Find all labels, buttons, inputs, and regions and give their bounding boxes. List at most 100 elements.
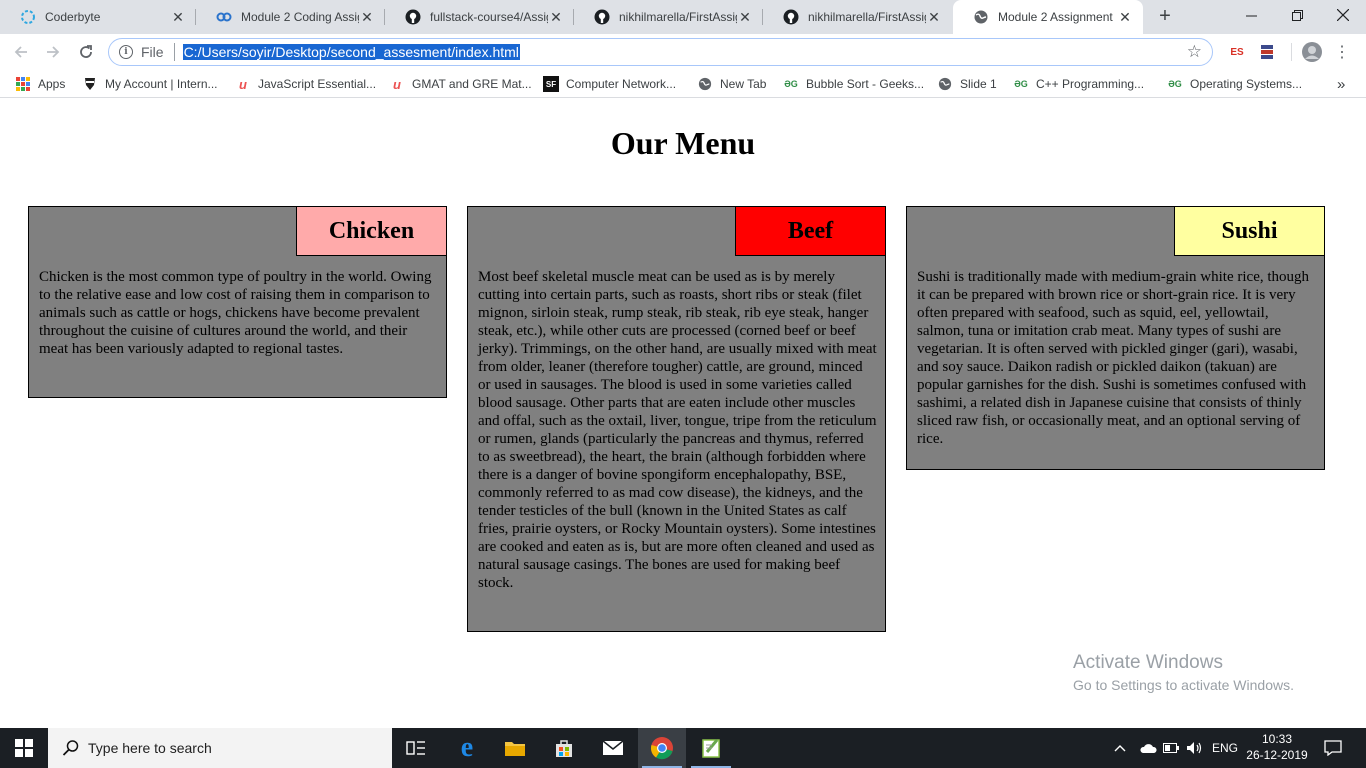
url-text[interactable]: C:/Users/soyir/Desktop/second_assesment/… [182, 44, 520, 60]
bookmark-label: C++ Programming... [1036, 77, 1145, 91]
battery-icon[interactable] [1163, 728, 1179, 768]
windows-start-icon[interactable] [0, 728, 48, 768]
sf-icon: SF [543, 76, 559, 92]
globe-icon [973, 9, 989, 25]
bookmark-label: GMAT and GRE Mat... [412, 77, 532, 91]
tab-title: nikhilmarella/FirstAssig [619, 10, 737, 24]
file-explorer-icon[interactable] [491, 728, 539, 768]
bookmarks-bar: Apps My Account | Intern... u JavaScript… [0, 70, 1366, 98]
clock-date: 26-12-2019 [1246, 748, 1308, 762]
more-menu-icon[interactable]: ⋮ [1334, 40, 1350, 64]
tab-nikhilmarella-1[interactable]: nikhilmarella/FirstAssig ✕ [574, 0, 763, 34]
browser-toolbar: i File C:/Users/soyir/Desktop/second_ass… [0, 34, 1366, 70]
close-tab-icon[interactable]: ✕ [170, 9, 186, 25]
close-tab-icon[interactable]: ✕ [548, 9, 564, 25]
apps-grid-icon [15, 76, 31, 92]
udemy-icon: u [239, 76, 247, 92]
mail-icon[interactable] [589, 728, 637, 768]
globe-icon [697, 76, 713, 92]
gfg-icon: ƏG [784, 79, 798, 89]
profile-avatar-icon[interactable] [1300, 40, 1324, 64]
microsoft-store-icon[interactable] [540, 728, 588, 768]
onedrive-icon[interactable] [1139, 728, 1157, 768]
close-window-icon[interactable] [1320, 0, 1366, 30]
gfg-icon: ƏG [1014, 79, 1028, 89]
bookmark-label: Bubble Sort - Geeks... [806, 77, 925, 91]
windows-taskbar: Type here to search e ENG 10:33 26-12-20… [0, 728, 1366, 768]
bookmark-slide-1[interactable]: Slide 1 [937, 75, 997, 93]
new-tab-button[interactable]: + [1153, 5, 1177, 29]
task-view-icon[interactable] [392, 728, 440, 768]
notifications-icon[interactable] [1324, 728, 1342, 768]
reload-icon[interactable] [72, 38, 100, 66]
search-icon [62, 739, 80, 757]
bookmark-gmat-gre[interactable]: u GMAT and GRE Mat... [389, 75, 532, 93]
close-tab-icon[interactable]: ✕ [926, 9, 942, 25]
bookmark-operating-systems[interactable]: ƏG Operating Systems... [1167, 75, 1302, 93]
taskbar-search-box[interactable]: Type here to search [48, 728, 392, 768]
search-placeholder: Type here to search [88, 740, 212, 756]
bookmark-new-tab[interactable]: New Tab [697, 75, 766, 93]
taskbar-clock[interactable]: 10:33 26-12-2019 [1240, 731, 1314, 763]
card-label-chicken: Chicken [296, 207, 446, 256]
forward-arrow-icon[interactable] [39, 38, 67, 66]
address-bar[interactable]: i File C:/Users/soyir/Desktop/second_ass… [108, 38, 1213, 66]
tab-fullstack-course4[interactable]: fullstack-course4/Assig ✕ [385, 0, 574, 34]
close-tab-icon[interactable]: ✕ [1117, 9, 1133, 25]
database-extension-icon[interactable] [1256, 40, 1278, 64]
chrome-icon[interactable] [638, 728, 686, 768]
bookmark-label: JavaScript Essential... [258, 77, 377, 91]
more-bookmarks-button[interactable]: » [1337, 75, 1345, 93]
tab-title: Coderbyte [45, 10, 101, 24]
card-text-beef: Most beef skeletal muscle meat can be us… [478, 269, 877, 591]
tab-title: nikhilmarella/FirstAssig [808, 10, 926, 24]
divider [173, 43, 175, 61]
github-icon [783, 9, 799, 25]
es-extension-icon[interactable]: ES [1226, 40, 1248, 64]
coderbyte-icon [20, 9, 36, 25]
notepad-plus-plus-icon[interactable] [687, 728, 735, 768]
show-hidden-icons-icon[interactable] [1114, 728, 1126, 768]
tab-coderbyte[interactable]: Coderbyte ✕ [0, 0, 196, 34]
close-tab-icon[interactable]: ✕ [359, 9, 375, 25]
bookmark-label: New Tab [720, 77, 767, 91]
bookmark-label: My Account | Intern... [105, 77, 218, 91]
maximize-icon[interactable] [1274, 0, 1320, 30]
card-text-sushi: Sushi is traditionally made with medium-… [917, 269, 1310, 447]
menu-card-sushi: Sushi Sushi is traditionally made with m… [906, 206, 1325, 470]
bookmark-cpp-programming[interactable]: ƏG C++ Programming... [1013, 75, 1144, 93]
tab-nikhilmarella-2[interactable]: nikhilmarella/FirstAssig ✕ [763, 0, 952, 34]
bookmark-apps[interactable]: Apps [15, 75, 65, 93]
bookmark-javascript-essential[interactable]: u JavaScript Essential... [235, 75, 376, 93]
card-text-chicken: Chicken is the most common type of poult… [39, 269, 432, 357]
bookmark-star-icon[interactable]: ☆ [1187, 42, 1202, 62]
bookmark-label: Apps [38, 77, 66, 91]
language-indicator[interactable]: ENG [1212, 728, 1238, 768]
menu-card-chicken: Chicken Chicken is the most common type … [28, 206, 447, 398]
card-label-beef: Beef [735, 207, 885, 256]
scheme-label: File [141, 44, 164, 60]
toolbar-divider [1288, 40, 1294, 64]
activate-windows-subtitle: Go to Settings to activate Windows. [1073, 677, 1294, 693]
tab-module-2-coding[interactable]: Module 2 Coding Assig ✕ [196, 0, 385, 34]
tab-module-2-assignment[interactable]: Module 2 Assignment ✕ [953, 0, 1143, 34]
volume-icon[interactable] [1186, 728, 1204, 768]
tab-strip: Coderbyte ✕ Module 2 Coding Assig ✕ full… [0, 0, 1366, 34]
bookmark-bubble-sort[interactable]: ƏG Bubble Sort - Geeks... [783, 75, 924, 93]
page-title: Our Menu [610, 125, 756, 161]
github-icon [405, 9, 421, 25]
bookmark-label: Operating Systems... [1190, 77, 1303, 91]
card-label-sushi: Sushi [1174, 207, 1324, 256]
back-arrow-icon[interactable] [7, 38, 35, 66]
menu-card-beef: Beef Most beef skeletal muscle meat can … [467, 206, 886, 632]
clock-time: 10:33 [1261, 732, 1293, 746]
info-icon[interactable]: i [119, 45, 133, 59]
edge-browser-icon[interactable]: e [443, 728, 491, 768]
tab-title: fullstack-course4/Assig [430, 10, 548, 24]
close-tab-icon[interactable]: ✕ [737, 9, 753, 25]
bookmark-my-account[interactable]: My Account | Intern... [82, 75, 218, 93]
tab-title: Module 2 Assignment [998, 10, 1113, 24]
bookmark-computer-network[interactable]: SF Computer Network... [543, 75, 676, 93]
minimize-icon[interactable] [1228, 0, 1274, 30]
globe-icon [937, 76, 953, 92]
